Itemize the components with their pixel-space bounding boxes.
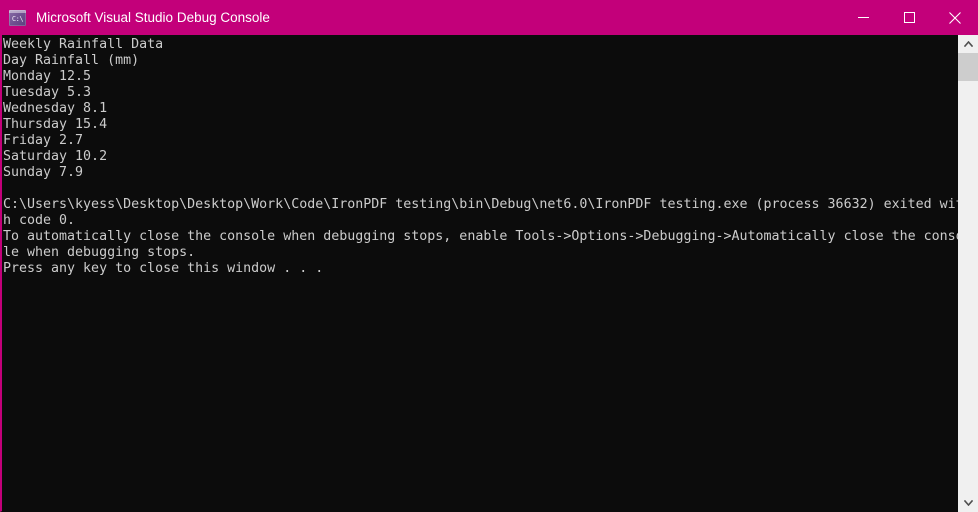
close-icon [949, 11, 961, 24]
scroll-up-button[interactable] [958, 35, 978, 53]
console-app-icon: C:\ [9, 9, 26, 26]
scrollbar-track[interactable] [958, 53, 978, 494]
window-controls [840, 0, 978, 35]
chevron-up-icon [963, 41, 973, 47]
title-bar[interactable]: C:\ Microsoft Visual Studio Debug Consol… [0, 0, 978, 35]
scroll-down-button[interactable] [958, 494, 978, 512]
debug-console-window: C:\ Microsoft Visual Studio Debug Consol… [0, 0, 978, 512]
minimize-button[interactable] [840, 0, 886, 35]
maximize-icon [903, 12, 915, 23]
maximize-button[interactable] [886, 0, 932, 35]
console-output-area[interactable]: Weekly Rainfall Data Day Rainfall (mm) M… [0, 35, 978, 512]
title-bar-left: C:\ Microsoft Visual Studio Debug Consol… [0, 9, 840, 26]
app-icon-prompt-glyph: C:\ [11, 14, 24, 23]
console-output-text: Weekly Rainfall Data Day Rainfall (mm) M… [3, 37, 958, 276]
chevron-down-icon [963, 500, 973, 506]
close-button[interactable] [932, 0, 978, 35]
window-title: Microsoft Visual Studio Debug Console [36, 9, 270, 25]
scrollbar-thumb[interactable] [958, 53, 978, 81]
minimize-icon [857, 17, 869, 18]
vertical-scrollbar[interactable] [958, 35, 978, 512]
